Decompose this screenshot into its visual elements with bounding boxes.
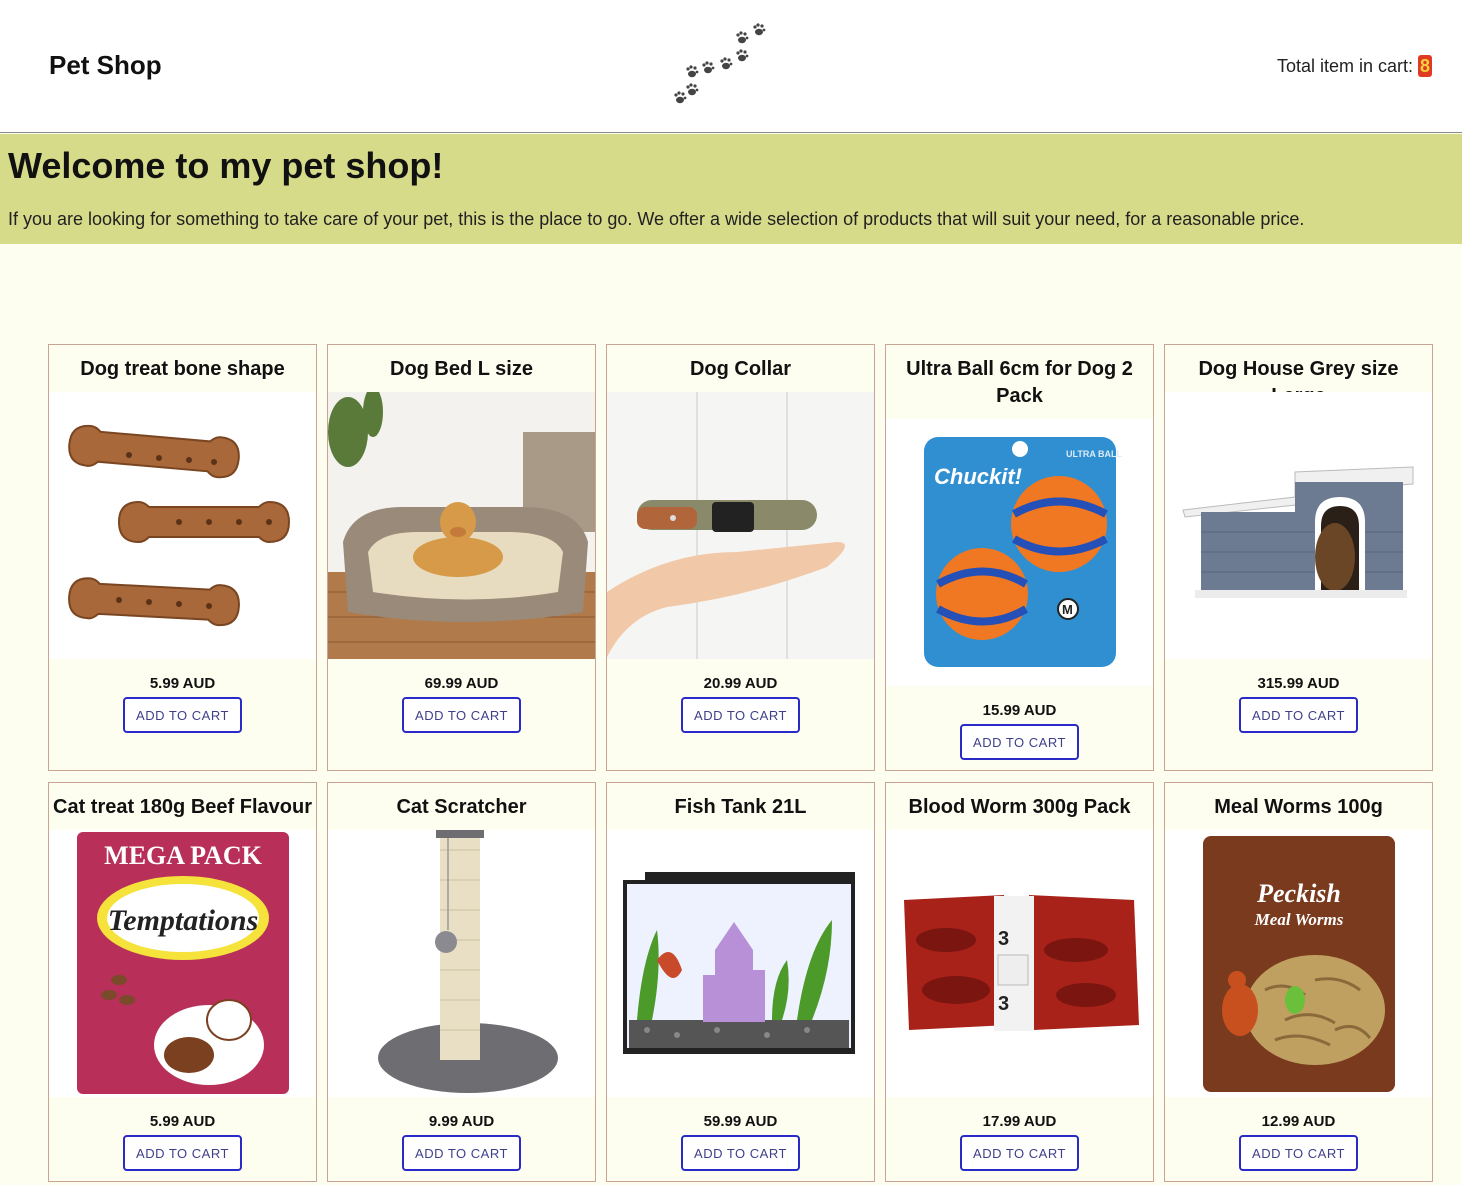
product-image-dog-collar[interactable]: [607, 392, 874, 659]
product-image-blood-worm[interactable]: 3 3: [886, 830, 1153, 1097]
product-price: 12.99 AUD: [1261, 1113, 1336, 1130]
cart-summary[interactable]: Total item in cart: 8: [1277, 55, 1432, 77]
product-card: Dog Collar 20.99 AUD ADD TO CART: [606, 344, 875, 771]
brand-title[interactable]: Pet Shop: [49, 50, 162, 81]
product-card: Meal Worms 100g Peckish Meal Worms 12.99…: [1164, 782, 1433, 1182]
product-card: Dog treat bone shape 5.99 AUD ADD TO CAR…: [48, 344, 317, 771]
product-title: Ultra Ball 6cm for Dog 2 Pack: [906, 358, 1133, 407]
add-to-cart-button[interactable]: ADD TO CART: [402, 697, 521, 733]
welcome-title: Welcome to my pet shop!: [8, 145, 444, 186]
product-image-cat-scratcher[interactable]: [328, 830, 595, 1097]
svg-text:M: M: [1062, 602, 1073, 617]
product-image-fish-tank[interactable]: [607, 830, 874, 1097]
product-price: 9.99 AUD: [428, 1113, 495, 1130]
brand-logo-text: Temptations: [108, 904, 259, 937]
add-to-cart-button[interactable]: ADD TO CART: [960, 724, 1079, 760]
product-image-ultra-ball[interactable]: Chuckit! ULTRA BALL M: [886, 419, 1153, 686]
product-title: Cat treat 180g Beef Flavour: [53, 796, 312, 818]
product-price: 5.99 AUD: [149, 1113, 216, 1130]
brand-logo-text: Peckish: [1256, 879, 1341, 908]
product-card: Cat treat 180g Beef Flavour MEGA PACK Te…: [48, 782, 317, 1182]
svg-text:3: 3: [998, 928, 1009, 950]
product-card: Dog Bed L size 69.99 AUD ADD TO CART: [327, 344, 596, 771]
welcome-text: If you are looking for something to take…: [8, 209, 1305, 229]
product-card: Cat Scratcher 9.99 AUD ADD TO CART: [327, 782, 596, 1182]
product-price: 20.99 AUD: [703, 675, 778, 692]
product-title: Dog Collar: [689, 358, 792, 380]
product-title: Fish Tank 21L: [674, 796, 807, 818]
add-to-cart-button[interactable]: ADD TO CART: [123, 1135, 242, 1171]
product-price: 5.99 AUD: [149, 675, 216, 692]
cart-label: Total item in cart:: [1276, 56, 1418, 76]
product-image-dog-bed[interactable]: [328, 392, 595, 659]
product-grid: Dog treat bone shape 5.99 AUD ADD TO CAR…: [48, 344, 1434, 1182]
product-title: Dog House Grey size Large: [1198, 358, 1399, 407]
product-card: Blood Worm 300g Pack 3 3 17.99 AUD ADD T…: [885, 782, 1154, 1182]
add-to-cart-button[interactable]: ADD TO CART: [123, 697, 242, 733]
product-image-dog-house[interactable]: [1165, 392, 1432, 659]
product-price: 17.99 AUD: [982, 1113, 1057, 1130]
cart-count-badge: 8: [1417, 55, 1432, 77]
product-title: Blood Worm 300g Pack: [908, 796, 1131, 818]
product-title: Dog Bed L size: [390, 358, 533, 380]
product-price: 59.99 AUD: [703, 1113, 778, 1130]
svg-text:3: 3: [998, 993, 1009, 1015]
package-label-text: MEGA PACK: [104, 841, 262, 870]
product-card: Fish Tank 21L 59.99 AUD ADD TO CART: [606, 782, 875, 1182]
paw-prints-icon: [674, 23, 766, 104]
site-header: Pet Shop Total item in cart: 8: [0, 0, 1462, 133]
product-card: Dog House Grey size Large 315.99 AUD ADD…: [1164, 344, 1433, 771]
add-to-cart-button[interactable]: ADD TO CART: [1239, 697, 1358, 733]
add-to-cart-button[interactable]: ADD TO CART: [681, 697, 800, 733]
product-price: 69.99 AUD: [424, 675, 499, 692]
brand-logo-text: Chuckit!: [934, 464, 1022, 489]
product-image-dog-treat[interactable]: [49, 392, 316, 659]
package-label-text: Meal Worms: [1254, 910, 1344, 929]
product-title: Dog treat bone shape: [80, 358, 285, 380]
product-price: 315.99 AUD: [1257, 675, 1340, 692]
product-title: Meal Worms 100g: [1214, 796, 1383, 818]
product-card: Ultra Ball 6cm for Dog 2 Pack Chuckit! U…: [885, 344, 1154, 771]
product-image-meal-worms[interactable]: Peckish Meal Worms: [1165, 830, 1432, 1097]
add-to-cart-button[interactable]: ADD TO CART: [402, 1135, 521, 1171]
add-to-cart-button[interactable]: ADD TO CART: [681, 1135, 800, 1171]
add-to-cart-button[interactable]: ADD TO CART: [1239, 1135, 1358, 1171]
product-image-cat-treat[interactable]: MEGA PACK Temptations: [49, 830, 316, 1097]
welcome-banner: Welcome to my pet shop! If you are looki…: [0, 134, 1462, 244]
add-to-cart-button[interactable]: ADD TO CART: [960, 1135, 1079, 1171]
product-title: Cat Scratcher: [396, 796, 527, 818]
product-price: 15.99 AUD: [982, 702, 1057, 719]
package-label-text: ULTRA BALL: [1066, 449, 1122, 459]
